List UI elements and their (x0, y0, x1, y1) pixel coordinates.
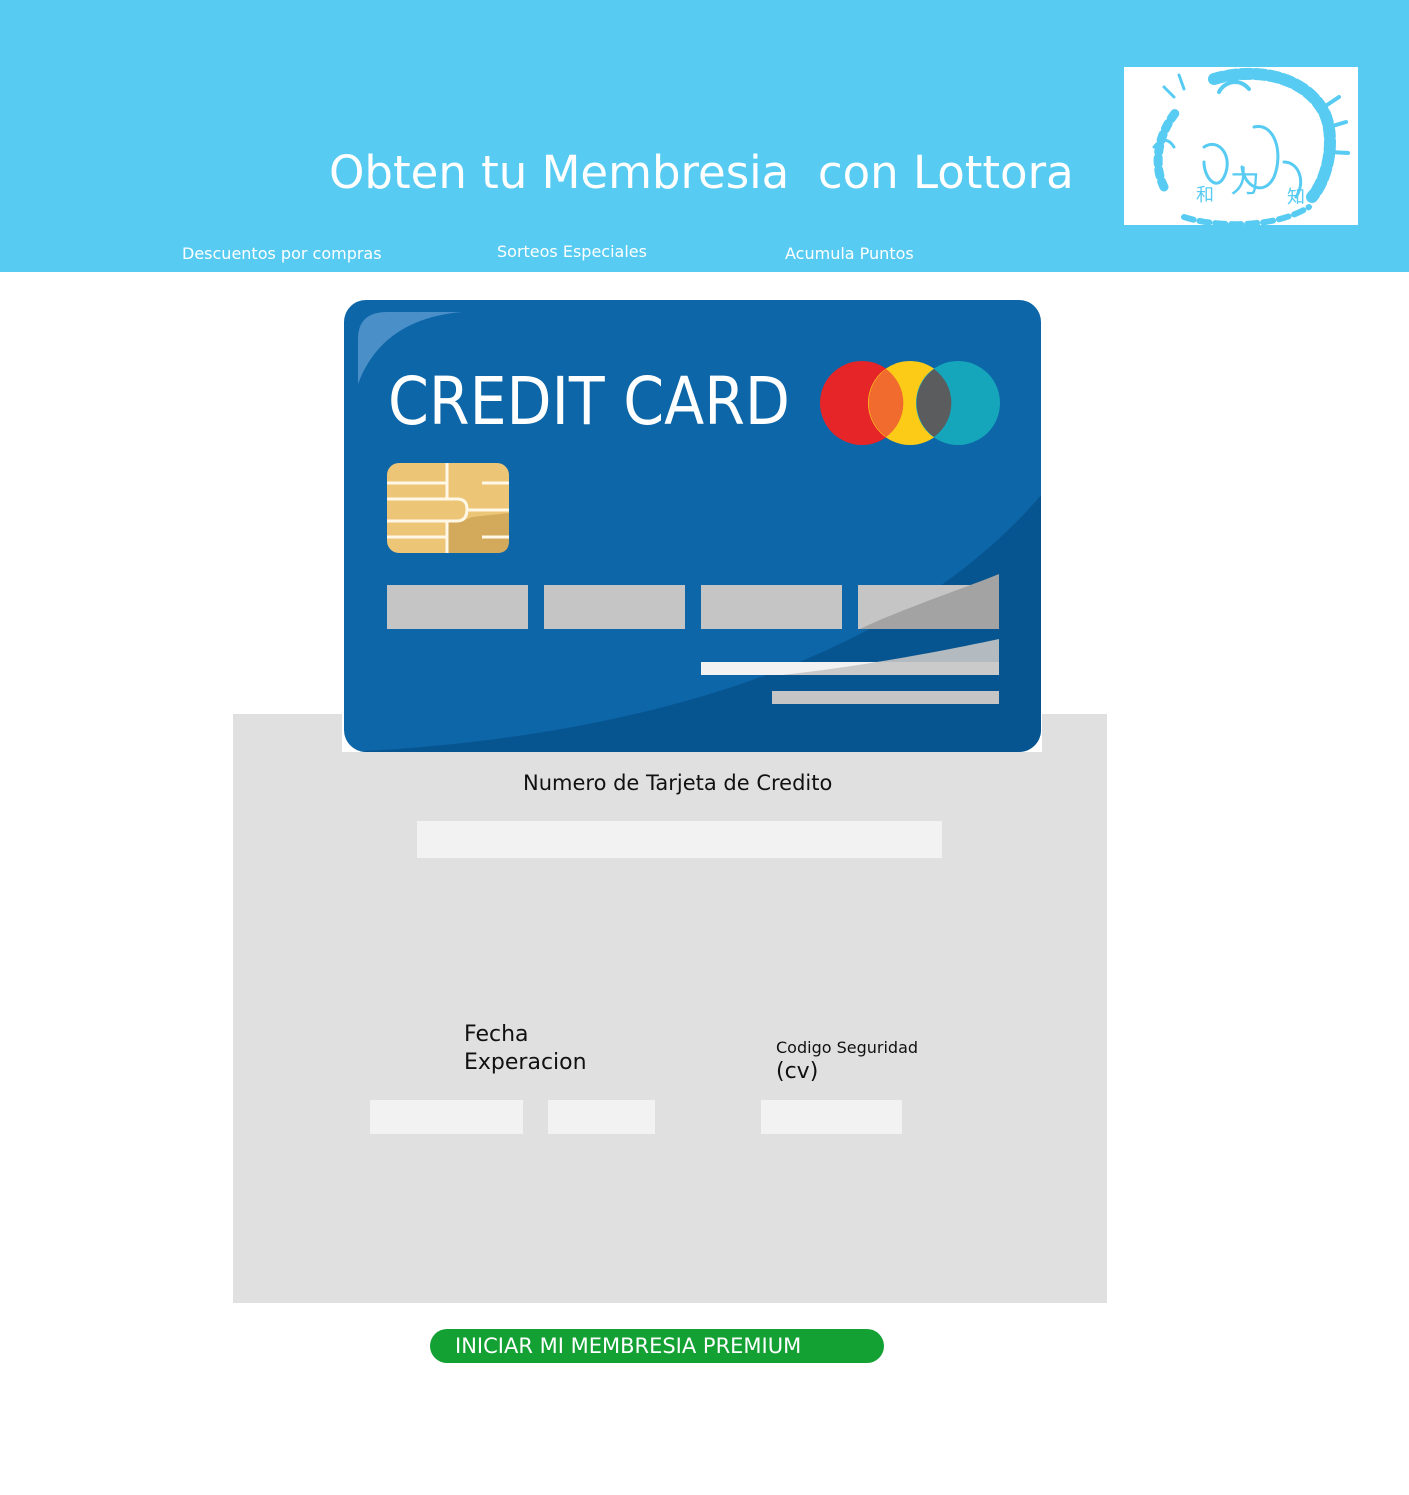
expiry-label-line2: Experacion (464, 1050, 587, 1075)
card-network-logo-icon (820, 361, 1000, 445)
logo-kanji-wa: 和 (1196, 185, 1214, 206)
tiger-circle-logo-icon: 和 力 知 (1124, 67, 1358, 225)
expiry-label-line1: Fecha (464, 1022, 529, 1047)
card-number-input[interactable] (417, 821, 942, 858)
cvv-label-line1: Codigo Seguridad (776, 1038, 919, 1057)
nav-link-puntos[interactable]: Acumula Puntos (785, 244, 914, 263)
payment-form-panel (233, 714, 1107, 1303)
expiry-year-input[interactable] (548, 1100, 655, 1134)
cvv-input[interactable] (761, 1100, 902, 1134)
cvv-label: Codigo Seguridad (cv) (776, 1038, 918, 1086)
credit-card-illustration-icon: CREDIT CARD (342, 299, 1042, 752)
card-number-label: Numero de Tarjeta de Credito (523, 771, 833, 795)
logo-kanji-chi: 知 (1287, 187, 1305, 208)
page-title: Obten tu Membresia con Lottora (329, 146, 1074, 199)
nav-link-sorteos[interactable]: Sorteos Especiales (497, 242, 647, 261)
start-premium-membership-button[interactable]: INICIAR MI MEMBRESIA PREMIUM (430, 1329, 884, 1363)
header-banner: Obten tu Membresia con Lottora 和 力 知 Des… (0, 0, 1409, 272)
expiry-label: Fecha Experacion (464, 1021, 587, 1077)
cvv-label-line2: (cv) (776, 1059, 819, 1084)
logo-kanji-chikara: 力 (1230, 165, 1260, 200)
nav-link-descuentos[interactable]: Descuentos por compras (182, 244, 382, 263)
card-label: CREDIT CARD (388, 363, 790, 440)
card-chip-icon (387, 463, 509, 553)
expiry-month-input[interactable] (370, 1100, 523, 1134)
